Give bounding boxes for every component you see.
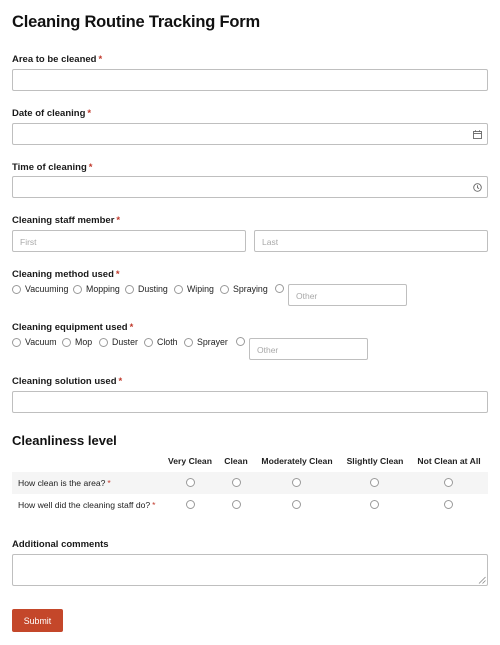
radio-button[interactable]	[125, 284, 134, 294]
solution-input[interactable]	[12, 391, 488, 413]
cleanliness-heading: Cleanliness level	[12, 433, 117, 448]
radio-button[interactable]	[275, 284, 284, 293]
radio-button[interactable]	[12, 284, 21, 294]
date-label: Date of cleaning *	[12, 108, 92, 119]
equipment-option-other[interactable]	[236, 337, 249, 346]
radio-very-clean[interactable]	[186, 478, 195, 487]
time-input[interactable]	[12, 176, 488, 198]
option-label: Mopping	[86, 284, 120, 294]
radio-button[interactable]	[73, 284, 82, 294]
column-clean: Clean	[224, 456, 248, 466]
column-slightly-clean: Slightly Clean	[346, 456, 404, 466]
matrix-row: How clean is the area? *	[12, 472, 488, 494]
area-label: Area to be cleaned *	[12, 54, 103, 65]
radio-button[interactable]	[62, 337, 71, 347]
method-option-wiping[interactable]: Wiping	[174, 284, 214, 294]
resize-handle-icon[interactable]	[478, 576, 486, 584]
last-placeholder: Last	[262, 237, 279, 247]
matrix-row-label: How clean is the area? *	[18, 478, 111, 488]
equipment-option-mop[interactable]: Mop	[62, 337, 92, 347]
equipment-other-input[interactable]: Other	[249, 338, 368, 360]
staff-label: Cleaning staff member *	[12, 215, 121, 226]
staff-last-input[interactable]: Last	[254, 230, 488, 252]
time-label: Time of cleaning *	[12, 162, 93, 173]
matrix-row: How well did the cleaning staff do? *	[12, 494, 488, 516]
radio-not-clean-at-all[interactable]	[444, 478, 453, 487]
method-label: Cleaning method used *	[12, 269, 120, 280]
staff-first-input[interactable]: First	[12, 230, 246, 252]
option-label: Vacuuming	[25, 284, 69, 294]
page-title: Cleaning Routine Tracking Form	[12, 13, 260, 31]
method-option-dusting[interactable]: Dusting	[125, 284, 168, 294]
option-label: Wiping	[187, 284, 214, 294]
radio-slightly-clean[interactable]	[370, 478, 379, 487]
option-label: Duster	[112, 337, 138, 347]
radio-button[interactable]	[12, 337, 21, 347]
option-label: Dusting	[138, 284, 168, 294]
area-input[interactable]	[12, 69, 488, 91]
column-very-clean: Very Clean	[168, 456, 212, 466]
column-not-clean-at-all: Not Clean at All	[417, 456, 481, 466]
option-label: Sprayer	[197, 337, 228, 347]
radio-clean[interactable]	[232, 500, 241, 509]
equipment-option-vacuum[interactable]: Vacuum	[12, 337, 57, 347]
radio-very-clean[interactable]	[186, 500, 195, 509]
equipment-option-duster[interactable]: Duster	[99, 337, 138, 347]
comments-label: Additional comments	[12, 539, 109, 550]
radio-slightly-clean[interactable]	[370, 500, 379, 509]
method-option-mopping[interactable]: Mopping	[73, 284, 120, 294]
equipment-option-cloth[interactable]: Cloth	[144, 337, 178, 347]
radio-button[interactable]	[144, 337, 153, 347]
equipment-option-sprayer[interactable]: Sprayer	[184, 337, 228, 347]
radio-button[interactable]	[220, 284, 229, 294]
method-other-input[interactable]: Other	[288, 284, 407, 306]
equipment-label: Cleaning equipment used *	[12, 322, 134, 333]
radio-not-clean-at-all[interactable]	[444, 500, 453, 509]
first-placeholder: First	[20, 237, 37, 247]
method-option-other[interactable]	[275, 284, 288, 293]
calendar-icon[interactable]	[473, 130, 482, 139]
radio-button[interactable]	[236, 337, 245, 346]
solution-label: Cleaning solution used *	[12, 376, 123, 387]
clock-icon[interactable]	[473, 183, 482, 192]
other-placeholder: Other	[257, 345, 279, 355]
radio-moderately-clean[interactable]	[292, 500, 301, 509]
other-placeholder: Other	[296, 291, 318, 301]
radio-moderately-clean[interactable]	[292, 478, 301, 487]
option-label: Vacuum	[25, 337, 57, 347]
method-option-vacuuming[interactable]: Vacuuming	[12, 284, 68, 294]
radio-button[interactable]	[99, 337, 108, 347]
date-input[interactable]	[12, 123, 488, 145]
radio-button[interactable]	[174, 284, 183, 294]
comments-textarea[interactable]	[12, 554, 488, 586]
radio-button[interactable]	[184, 337, 193, 347]
option-label: Cloth	[157, 337, 178, 347]
option-label: Mop	[75, 337, 93, 347]
matrix-row-label: How well did the cleaning staff do? *	[18, 500, 156, 510]
option-label: Spraying	[233, 284, 268, 294]
submit-button[interactable]: Submit	[12, 609, 63, 632]
method-option-spraying[interactable]: Spraying	[220, 284, 268, 294]
column-moderately-clean: Moderately Clean	[261, 456, 333, 466]
radio-clean[interactable]	[232, 478, 241, 487]
